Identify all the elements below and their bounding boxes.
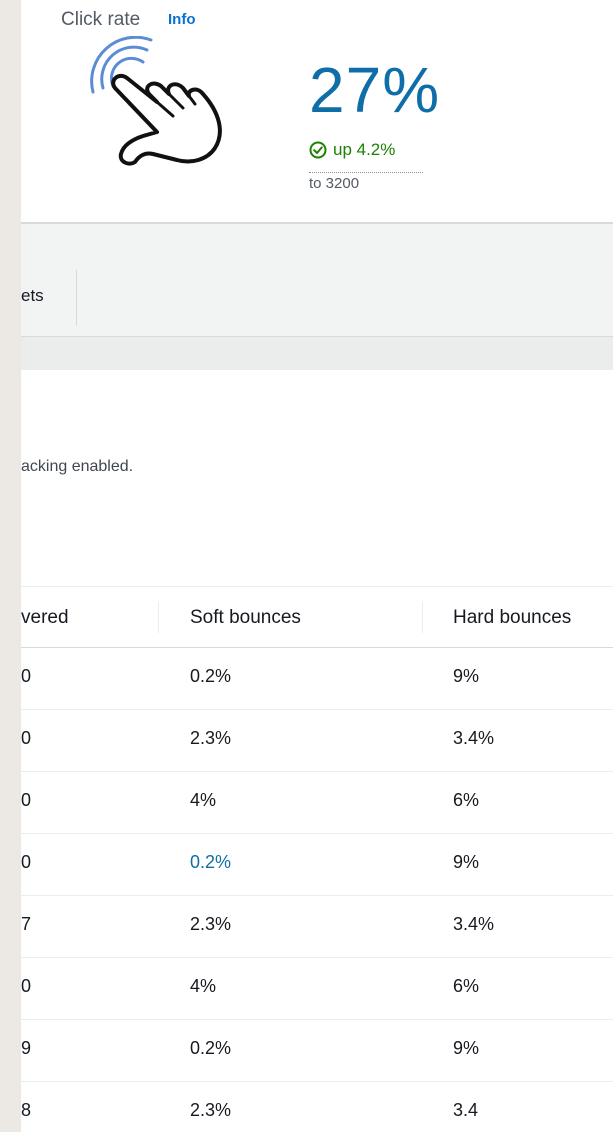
hard-bounces-cell: 3.4% — [453, 728, 495, 748]
table-row: 0 2.3% 3.4% — [21, 710, 613, 772]
hard-bounces-cell: 9% — [453, 1038, 480, 1058]
table-row: 0 4% 6% — [21, 958, 613, 1020]
column-header-delivered[interactable]: vered — [21, 607, 69, 629]
table-header: vered Soft bounces Hard bounces — [21, 586, 613, 648]
hard-bounces-cell: 6% — [453, 790, 480, 810]
main-content: Click rate Info 27% up 4.2% to 3200 ets — [21, 0, 613, 1132]
delivered-cell: 0 — [21, 666, 32, 686]
trend-indicator: up 4.2% — [309, 140, 395, 160]
tracking-note: acking enabled. — [21, 458, 134, 475]
left-rail — [0, 0, 21, 1132]
delivered-cell: 9 — [21, 1038, 32, 1058]
soft-bounces-cell: 0.2% — [190, 1038, 232, 1058]
check-circle-icon — [309, 141, 327, 159]
hard-bounces-cell: 3.4% — [453, 914, 495, 934]
table-row: 9 0.2% 9% — [21, 1020, 613, 1082]
soft-bounces-link[interactable]: 0.2% — [190, 852, 231, 873]
trend-text: up 4.2% — [333, 140, 396, 159]
table-row: 7 2.3% 3.4% — [21, 896, 613, 958]
delivered-cell: 0 — [21, 852, 32, 872]
hard-bounces-cell: 6% — [453, 976, 480, 996]
delivered-cell: 7 — [21, 914, 32, 934]
tab-separator — [76, 270, 77, 326]
trend-baseline: to 3200 — [309, 172, 423, 192]
delivered-cell: 0 — [21, 728, 32, 748]
soft-bounces-cell: 4% — [190, 976, 217, 996]
delivered-cell: 0 — [21, 976, 32, 996]
table-row: 0 0.2% 9% — [21, 648, 613, 710]
soft-bounces-cell: 2.3% — [190, 914, 232, 934]
delivered-cell: 0 — [21, 790, 32, 810]
table-row: 0 4% 6% — [21, 772, 613, 834]
tabs-lower-strip — [21, 337, 613, 370]
hard-bounces-cell: 9% — [453, 666, 480, 686]
tab-partial[interactable]: ets — [21, 286, 44, 306]
hard-bounces-cell: 3.4 — [453, 1100, 479, 1120]
soft-bounces-cell: 4% — [190, 790, 217, 810]
column-separator — [422, 601, 423, 633]
tap-hand-icon — [90, 36, 222, 166]
info-link[interactable]: Info — [168, 11, 196, 28]
metric-title: Click rate — [61, 9, 141, 30]
metric-value: 27% — [309, 54, 441, 126]
table-row: 0 0.2% 9% — [21, 834, 613, 896]
soft-bounces-cell: 0.2% — [190, 666, 232, 686]
column-separator — [158, 601, 159, 633]
bounces-table: vered Soft bounces Hard bounces 0 0.2% 9… — [21, 586, 613, 1143]
tabs-band: ets — [21, 224, 613, 370]
table-row: 8 2.3% 3.4 — [21, 1082, 613, 1143]
delivered-cell: 8 — [21, 1100, 32, 1120]
click-rate-card: Click rate Info 27% up 4.2% to 3200 — [21, 0, 613, 222]
hard-bounces-cell: 9% — [453, 852, 480, 872]
column-header-hard-bounces[interactable]: Hard bounces — [453, 607, 571, 629]
column-header-soft-bounces[interactable]: Soft bounces — [190, 607, 301, 629]
soft-bounces-cell: 2.3% — [190, 728, 232, 748]
soft-bounces-cell: 2.3% — [190, 1100, 232, 1120]
